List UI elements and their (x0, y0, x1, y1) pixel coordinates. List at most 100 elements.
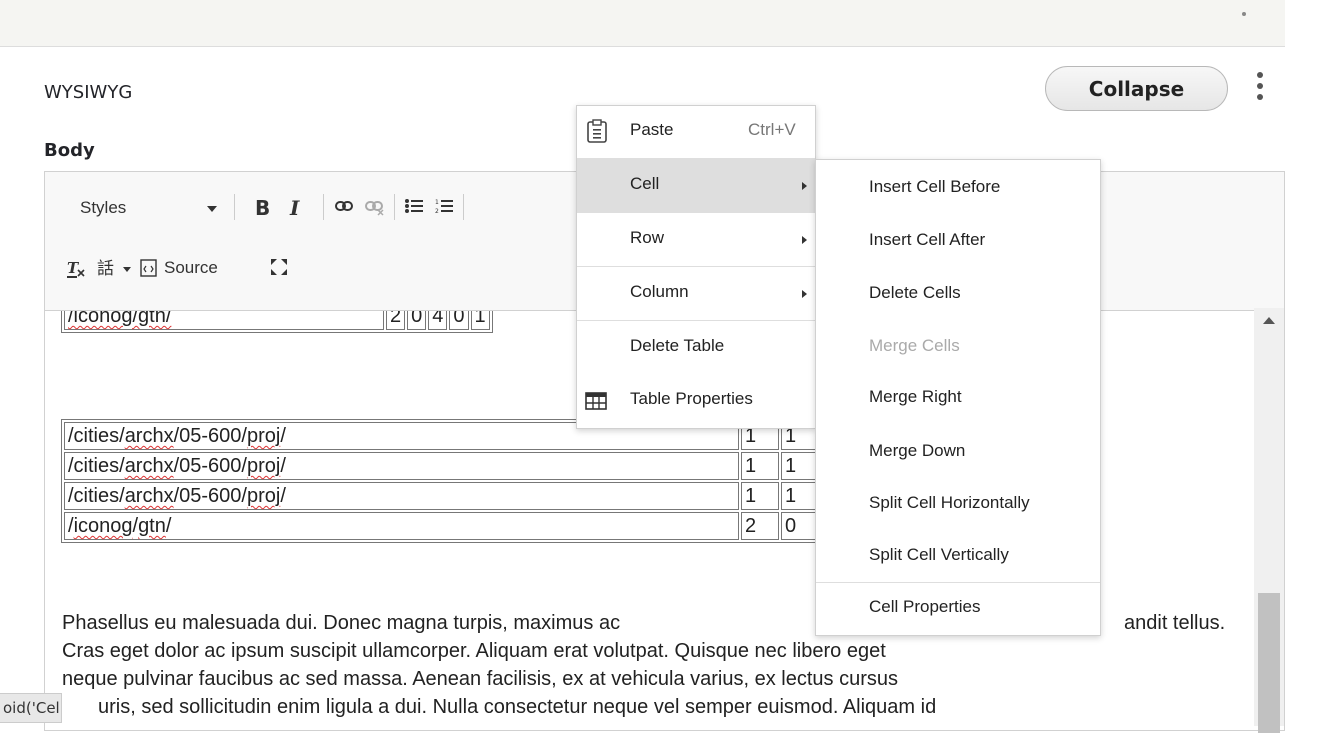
menu-item-label: Paste (630, 120, 674, 139)
menu-item-row[interactable]: Row (577, 213, 815, 266)
menu-item-label: Column (630, 282, 689, 301)
menu-item-delete-cells[interactable]: Delete Cells (816, 265, 1100, 318)
table-cell[interactable]: 1 (470, 311, 490, 330)
menu-item-label: Insert Cell Before (869, 177, 1001, 196)
table-cell[interactable]: /iconog/gtn/ (64, 512, 739, 540)
path-part: archx (124, 455, 174, 477)
paragraph-line: uris, sed sollicitudin enim ligula a dui… (98, 696, 937, 718)
cell-submenu: Insert Cell Before Insert Cell After Del… (815, 159, 1101, 636)
table-cell[interactable]: /cities/archx/05-600/proj/ (64, 452, 739, 480)
menu-item-merge-right[interactable]: Merge Right (816, 371, 1100, 423)
paragraph-line: neque pulvinar faucibus ac sed massa. Ae… (62, 668, 898, 690)
table-row[interactable]: /iconog/gtn/ 2 0 (64, 512, 819, 540)
paragraph-line: andit tellus. (1124, 612, 1226, 634)
menu-item-label: Cell (630, 174, 660, 193)
table-cell[interactable]: 0 (449, 311, 469, 330)
path-part: / (280, 455, 286, 477)
path-part: iconog (73, 515, 133, 537)
menu-item-insert-cell-after[interactable]: Insert Cell After (816, 212, 1100, 265)
data-table[interactable]: /cities/archx/05-600/proj/ 1 1 /cities/a… (61, 419, 822, 543)
table-cell[interactable]: 1 (781, 482, 819, 510)
menu-item-paste[interactable]: Paste Ctrl+V (577, 106, 815, 158)
menu-item-merge-cells: Merge Cells (816, 318, 1100, 371)
menu-item-table-properties[interactable]: Table Properties (577, 374, 815, 427)
link-icon[interactable] (335, 200, 353, 212)
path-part: /05-600/ (173, 425, 247, 447)
styles-label: Styles (80, 198, 127, 217)
table-cell[interactable]: 1 (781, 452, 819, 480)
path-part: / (280, 485, 286, 507)
table-cell[interactable]: 0 (407, 311, 427, 330)
chevron-down-icon[interactable] (207, 206, 217, 212)
table-cell[interactable]: 2 (741, 512, 779, 540)
table-cell[interactable]: 2 (386, 311, 406, 330)
scrollbar[interactable] (1254, 308, 1284, 733)
path-part: / (165, 515, 172, 537)
source-button[interactable]: Source (140, 258, 218, 278)
table-row[interactable]: /cities/archx/05-600/proj/ 1 1 (64, 452, 819, 480)
status-bar: oid('Cell') (0, 693, 62, 723)
svg-text:1: 1 (435, 199, 439, 206)
chevron-right-icon (802, 290, 807, 298)
source-icon (140, 259, 157, 277)
menu-item-label: Split Cell Vertically (869, 545, 1009, 564)
menu-item-label: Merge Cells (869, 336, 960, 355)
bulleted-list-icon[interactable] (405, 198, 423, 214)
paragraph-line: Phasellus eu malesuada dui. Donec magna … (62, 612, 621, 634)
menu-item-shortcut: Ctrl+V (748, 120, 796, 139)
kebab-menu-icon[interactable] (1254, 72, 1266, 112)
svg-text:2: 2 (435, 208, 439, 214)
paragraph-line: Cras eget dolor ac ipsum suscipit ullamc… (62, 640, 886, 662)
table-cell[interactable]: /cities/archx/05-600/proj/ (64, 482, 739, 510)
path-part: /05-600/ (173, 455, 247, 477)
toolbar-separator (234, 194, 235, 220)
path-text: /iconog/gtn/ (68, 311, 172, 327)
source-label: Source (164, 258, 218, 277)
table-cell[interactable]: /iconog/gtn/ (64, 311, 384, 330)
menu-item-split-cell-vertically[interactable]: Split Cell Vertically (816, 529, 1100, 582)
svg-text:T: T (67, 260, 80, 277)
menu-item-delete-table[interactable]: Delete Table (577, 321, 815, 374)
path-part: /cities/ (68, 425, 125, 447)
menu-item-column[interactable]: Column (577, 267, 815, 320)
styles-dropdown[interactable]: Styles (80, 198, 126, 218)
collapse-button[interactable]: Collapse (1045, 66, 1228, 111)
menu-item-split-cell-horizontally[interactable]: Split Cell Horizontally (816, 476, 1100, 529)
path-part: proj (246, 455, 281, 477)
partial-table[interactable]: /iconog/gtn/ 2 0 4 0 1 (61, 311, 493, 333)
toolbar-separator (323, 194, 324, 220)
italic-button[interactable]: I (290, 196, 299, 220)
table-cell[interactable]: 0 (781, 512, 819, 540)
path-part: proj (246, 485, 281, 507)
language-icon[interactable]: 話 (97, 258, 133, 278)
numbered-list-icon[interactable]: 12 (435, 198, 453, 214)
toolbar-separator (463, 194, 464, 220)
menu-item-label: Merge Down (869, 441, 966, 460)
context-menu: Paste Ctrl+V Cell Row Column Delete Tabl… (576, 105, 816, 429)
table-cell[interactable]: 4 (428, 311, 448, 330)
menu-item-label: Merge Right (869, 387, 962, 406)
menu-item-cell[interactable]: Cell (577, 159, 815, 212)
path-part: /cities/ (68, 485, 125, 507)
menu-item-cell-properties[interactable]: Cell Properties (816, 583, 1100, 634)
menu-item-merge-down[interactable]: Merge Down (816, 423, 1100, 476)
path-part: / (280, 425, 286, 447)
menu-item-insert-cell-before[interactable]: Insert Cell Before (816, 160, 1100, 212)
remove-format-icon[interactable]: T (67, 260, 87, 278)
path-part: archx (124, 485, 174, 507)
table-row[interactable]: /cities/archx/05-600/proj/ 1 1 (64, 482, 819, 510)
more-dot-icon (1242, 12, 1246, 16)
maximize-icon[interactable] (270, 258, 288, 276)
menu-item-label: Insert Cell After (869, 230, 986, 249)
toolbar-separator (394, 194, 395, 220)
unlink-icon (365, 200, 385, 216)
table-cell[interactable]: 1 (741, 482, 779, 510)
body-field-label: Body (44, 140, 95, 161)
menu-item-label: Row (630, 228, 665, 247)
scroll-up-icon[interactable] (1263, 317, 1275, 324)
chevron-right-icon (802, 182, 807, 190)
table-cell[interactable]: 1 (741, 452, 779, 480)
table-row[interactable]: /iconog/gtn/ 2 0 4 0 1 (64, 311, 490, 330)
scrollbar-thumb[interactable] (1258, 593, 1280, 733)
bold-button[interactable]: B (255, 196, 270, 220)
